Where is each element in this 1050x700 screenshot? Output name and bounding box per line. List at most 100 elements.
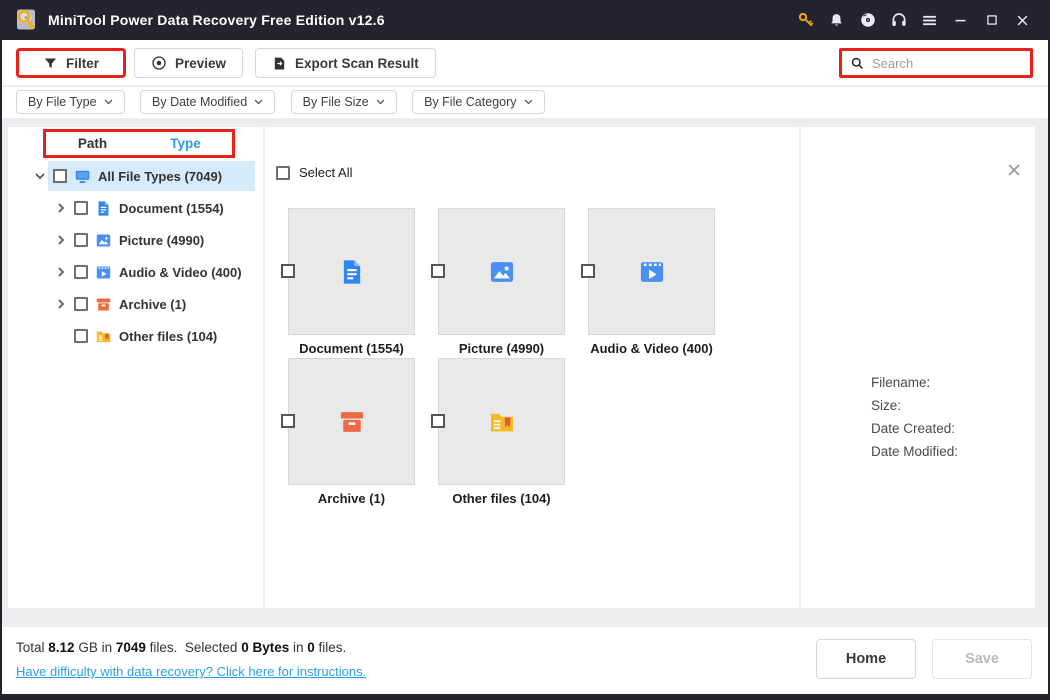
checkbox[interactable] <box>74 201 88 215</box>
search-icon <box>851 57 864 69</box>
disc-icon[interactable] <box>852 0 883 40</box>
by-file-category-dropdown[interactable]: By File Category <box>412 90 545 114</box>
total-suffix: files. <box>145 640 185 655</box>
tree-item-all-file-types[interactable]: All File Types (7049) <box>8 160 263 192</box>
content-area: Path Type All File Types (7049) Document… <box>2 127 1048 608</box>
preview-button-label: Preview <box>175 55 227 71</box>
chevron-down-icon <box>254 99 263 105</box>
folder-icon <box>490 413 513 431</box>
tree-item-label: Other files (104) <box>119 328 218 344</box>
tree-item-label: Picture (4990) <box>119 232 205 248</box>
tree-item-label: Audio & Video (400) <box>119 264 242 280</box>
checkbox[interactable] <box>74 265 88 279</box>
search-input[interactable] <box>872 55 1012 71</box>
bell-icon[interactable] <box>821 0 852 40</box>
chevron-collapsed-icon[interactable] <box>55 298 67 310</box>
card-label: Other files (104) <box>452 491 551 506</box>
monitor-icon <box>75 170 90 183</box>
archive-icon <box>340 411 363 432</box>
filter-bar: By File Type By Date Modified By File Si… <box>2 87 1048 118</box>
dropdown-label: By File Size <box>302 95 369 109</box>
size-label: Size: <box>871 398 902 413</box>
date-modified-label: Date Modified: <box>871 444 959 459</box>
video-icon <box>96 265 111 279</box>
export-button-label: Export Scan Result <box>295 55 419 71</box>
filter-button-label: Filter <box>66 55 100 71</box>
selected-suffix: files. <box>314 640 347 655</box>
export-scan-result-button[interactable]: Export Scan Result <box>255 48 436 78</box>
tree-item-archive[interactable]: Archive (1) <box>8 288 263 320</box>
by-date-modified-dropdown[interactable]: By Date Modified <box>140 90 276 114</box>
home-button[interactable]: Home <box>816 639 916 679</box>
toolbar: Filter Preview Export Scan Result <box>2 40 1048 85</box>
chevron-down-icon <box>376 99 384 105</box>
export-file-icon <box>274 57 285 69</box>
card-checkbox[interactable] <box>281 414 295 428</box>
filter-button[interactable]: Filter <box>16 48 127 78</box>
picture-icon <box>96 233 111 247</box>
filename-label: Filename: <box>871 375 931 390</box>
tree-item-picture[interactable]: Picture (4990) <box>8 224 263 256</box>
checkbox[interactable] <box>53 169 67 183</box>
menu-icon[interactable] <box>914 0 945 40</box>
search-box[interactable] <box>839 48 1033 78</box>
video-icon <box>640 261 663 282</box>
preview-button[interactable]: Preview <box>134 48 244 78</box>
selected-mid: in <box>289 640 308 655</box>
card-audio-video-tile[interactable] <box>588 208 715 335</box>
card-checkbox[interactable] <box>581 264 595 278</box>
save-button[interactable]: Save <box>932 639 1032 679</box>
date-created-label: Date Created: <box>871 421 956 436</box>
tab-type-label: Type <box>170 136 201 151</box>
document-icon <box>343 259 360 284</box>
card-picture: Picture (4990) <box>431 208 565 356</box>
card-label: Archive (1) <box>317 491 386 506</box>
tree-item-document[interactable]: Document (1554) <box>8 192 263 224</box>
by-file-size-dropdown[interactable]: By File Size <box>290 90 397 114</box>
file-type-tree: All File Types (7049) Document (1554) Pi… <box>8 160 263 352</box>
file-details: Filename: Size: Date Created: Date Modif… <box>871 371 958 463</box>
dropdown-label: By File Type <box>28 95 97 109</box>
tab-path[interactable]: Path <box>46 132 139 155</box>
minimize-icon[interactable] <box>945 0 976 40</box>
tab-type[interactable]: Type <box>139 132 232 155</box>
by-file-type-dropdown[interactable]: By File Type <box>16 90 125 114</box>
status-bar: Total 8.12 GB in 7049 files. Selected 0 … <box>2 627 1048 694</box>
close-icon[interactable] <box>1007 0 1038 40</box>
dropdown-label: By Date Modified <box>152 95 248 109</box>
chevron-down-icon <box>104 99 112 105</box>
card-checkbox[interactable] <box>281 264 295 278</box>
home-button-label: Home <box>845 651 887 667</box>
card-other-files-tile[interactable] <box>438 358 565 485</box>
headset-icon[interactable] <box>883 0 914 40</box>
checkbox[interactable] <box>74 297 88 311</box>
details-panel: Filename: Size: Date Created: Date Modif… <box>801 127 1035 608</box>
card-picture-tile[interactable] <box>438 208 565 335</box>
checkbox[interactable] <box>74 233 88 247</box>
chevron-collapsed-icon[interactable] <box>55 202 67 214</box>
maximize-icon[interactable] <box>976 0 1007 40</box>
titlebar: MiniTool Power Data Recovery Free Editio… <box>0 0 1050 40</box>
archive-icon <box>96 297 111 311</box>
sidebar-tabs: Path Type <box>43 129 235 158</box>
select-all-control[interactable]: Select All <box>276 165 352 180</box>
chevron-expanded-icon[interactable] <box>34 170 46 182</box>
tree-item-audio-video[interactable]: Audio & Video (400) <box>8 256 263 288</box>
checkbox[interactable] <box>74 329 88 343</box>
panel-close-icon[interactable] <box>1007 163 1021 177</box>
selected-label: Selected <box>184 640 242 655</box>
key-icon[interactable] <box>790 0 821 40</box>
help-link[interactable]: Have difficulty with data recovery? Clic… <box>16 664 366 679</box>
select-all-checkbox[interactable] <box>276 165 290 180</box>
chevron-collapsed-icon[interactable] <box>55 234 67 246</box>
card-checkbox[interactable] <box>431 264 445 278</box>
card-checkbox[interactable] <box>431 414 445 428</box>
chevron-collapsed-icon[interactable] <box>55 266 67 278</box>
chevron-down-icon <box>524 99 532 105</box>
tree-item-other-files[interactable]: Other files (104) <box>8 320 263 352</box>
card-archive-tile[interactable] <box>288 358 415 485</box>
card-document-tile[interactable] <box>288 208 415 335</box>
app-window: MiniTool Power Data Recovery Free Editio… <box>0 0 1050 700</box>
tree-item-label: Archive (1) <box>119 296 187 312</box>
card-document: Document (1554) <box>281 208 415 356</box>
